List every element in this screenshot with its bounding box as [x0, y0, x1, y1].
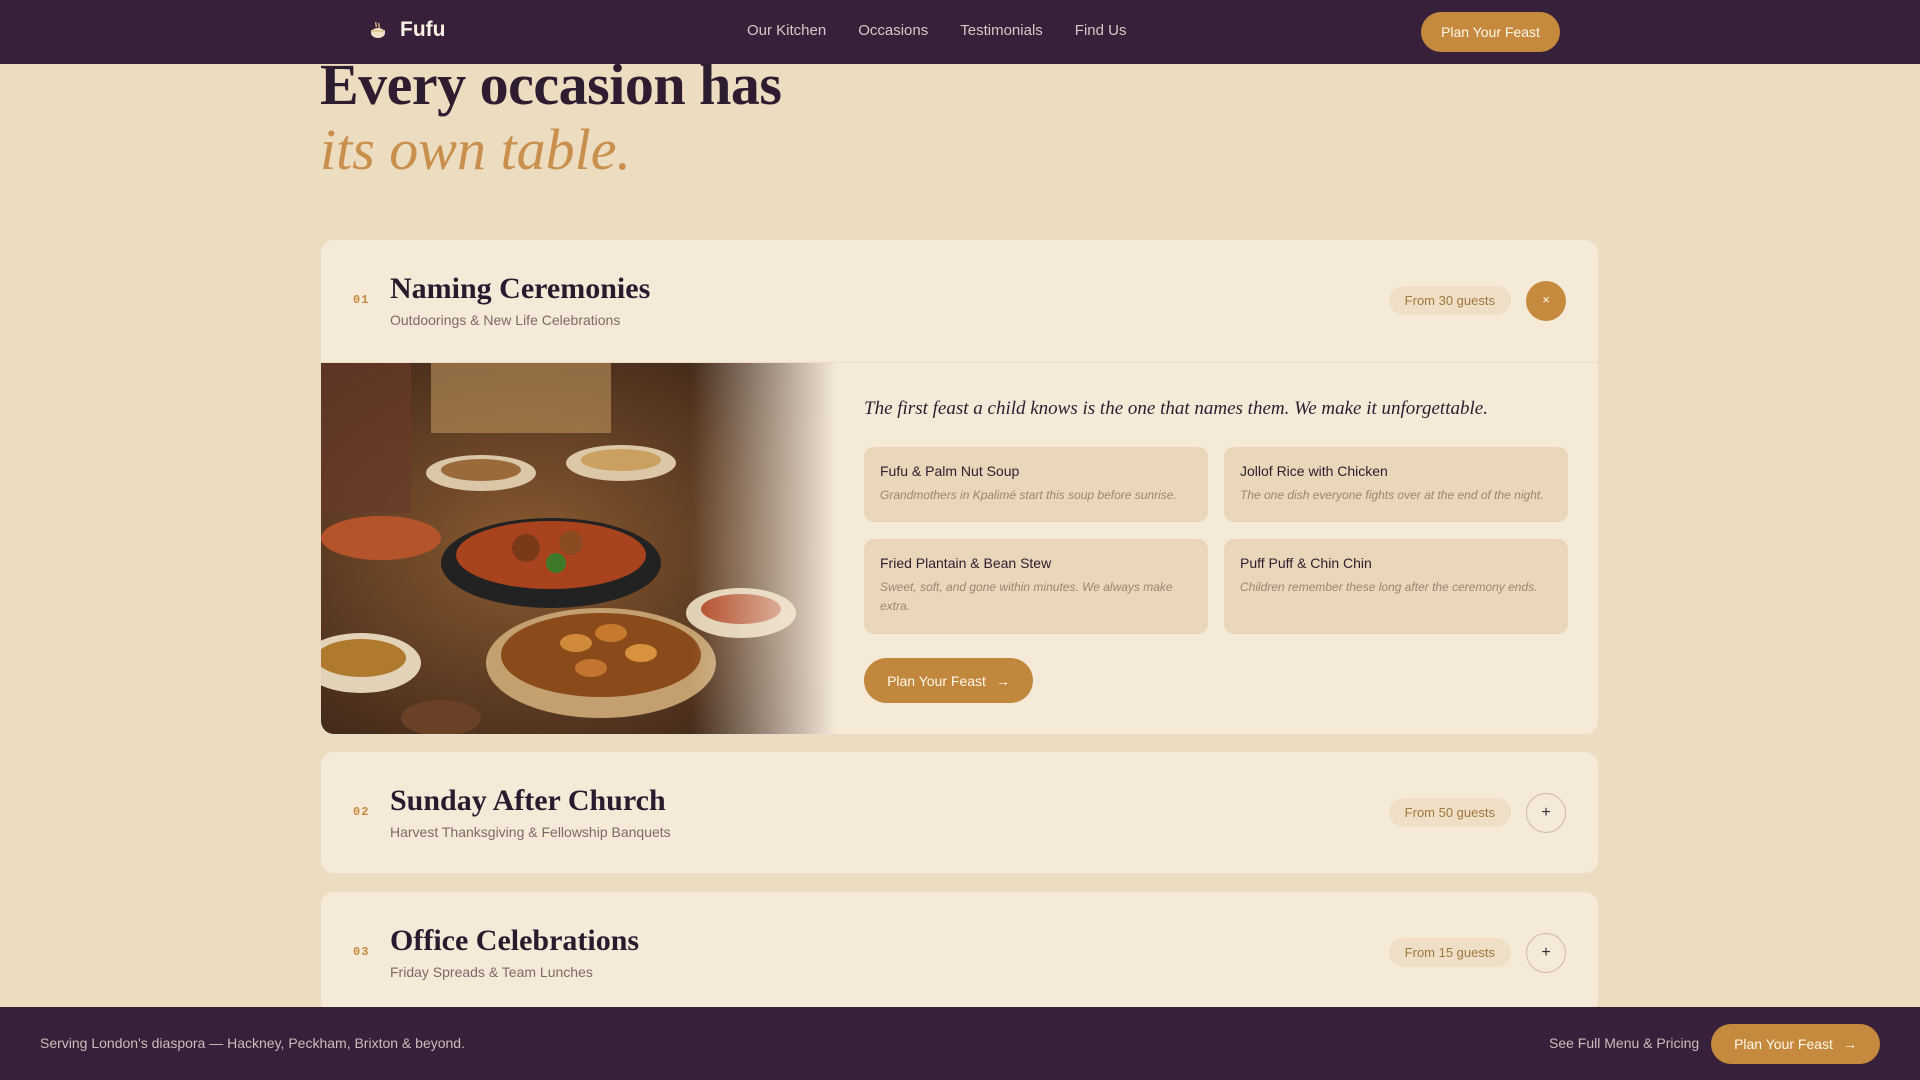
nav-link-our-kitchen[interactable]: Our Kitchen: [747, 22, 826, 39]
occasion-card-body: The first feast a child knows is the one…: [321, 362, 1598, 734]
nav-link-occasions[interactable]: Occasions: [858, 22, 928, 39]
dish-name: Fried Plantain & Bean Stew: [880, 555, 1052, 571]
expand-toggle-button[interactable]: +: [1526, 793, 1566, 833]
dish-description: Sweet, soft, and gone within minutes. We…: [880, 580, 1173, 613]
hero-heading-accent: its own table.: [320, 117, 631, 182]
dish-description: The one dish everyone fights over at the…: [1240, 488, 1544, 502]
occasion-tagline: The first feast a child knows is the one…: [864, 398, 1488, 419]
nav-link-testimonials[interactable]: Testimonials: [960, 22, 1043, 39]
occasion-card-header[interactable]: 02 Sunday After Church Harvest Thanksgiv…: [321, 752, 1598, 873]
hero: Every occasion has its own table.: [320, 50, 782, 182]
occasion-number: 02: [353, 805, 370, 819]
dish-description: Children remember these long after the c…: [1240, 580, 1538, 594]
pot-icon: [368, 20, 388, 40]
full-menu-link[interactable]: See Full Menu & Pricing: [1549, 1035, 1699, 1051]
dish-card: Puff Puff & Chin Chin Children remember …: [1224, 539, 1568, 634]
dish-card: Fufu & Palm Nut Soup Grandmothers in Kpa…: [864, 447, 1208, 522]
occasion-title: Office Celebrations: [390, 924, 640, 957]
dish-card: Fried Plantain & Bean Stew Sweet, soft, …: [864, 539, 1208, 634]
nav-plan-feast-button[interactable]: Plan Your Feast: [1421, 12, 1560, 52]
top-nav: Fufu Our Kitchen Occasions Testimonials …: [0, 0, 1920, 64]
occasion-card-naming-ceremonies: 01 Naming Ceremonies Outdoorings & New L…: [320, 239, 1599, 735]
occasion-card-header[interactable]: 01 Naming Ceremonies Outdoorings & New L…: [321, 240, 1598, 362]
occasion-number: 03: [353, 945, 370, 959]
occasion-card-office-celebrations: 03 Office Celebrations Friday Spreads & …: [320, 891, 1599, 1014]
expand-toggle-button[interactable]: +: [1526, 933, 1566, 973]
brand-name: Fufu: [400, 18, 446, 41]
nav-link-find-us[interactable]: Find Us: [1075, 22, 1127, 39]
sticky-footer-bar: Serving London's diaspora — Hackney, Pec…: [0, 1007, 1920, 1080]
brand[interactable]: Fufu: [368, 18, 445, 42]
guest-count-badge: From 15 guests: [1388, 938, 1511, 967]
guest-count-badge: From 30 guests: [1388, 286, 1511, 315]
occasion-card-sunday-after-church: 02 Sunday After Church Harvest Thanksgiv…: [320, 751, 1599, 874]
guest-count-badge: From 50 guests: [1388, 798, 1511, 827]
footer-plan-feast-button[interactable]: Plan Your Feast →: [1711, 1024, 1880, 1064]
plan-feast-button[interactable]: Plan Your Feast →: [864, 658, 1033, 703]
dish-name: Fufu & Palm Nut Soup: [880, 463, 1020, 479]
occasion-subtitle: Harvest Thanksgiving & Fellowship Banque…: [390, 824, 671, 840]
feast-photo: [321, 363, 836, 734]
occasion-title: Sunday After Church: [390, 784, 666, 817]
occasion-number: 01: [353, 293, 370, 307]
plan-feast-label: Plan Your Feast: [887, 672, 986, 689]
collapse-toggle-button[interactable]: ×: [1526, 281, 1566, 321]
footer-service-area: Serving London's diaspora — Hackney, Pec…: [40, 1035, 465, 1051]
arrow-right-icon: →: [995, 672, 1010, 689]
dish-description: Grandmothers in Kpalimé start this soup …: [880, 488, 1177, 502]
arrow-right-icon: →: [1842, 1036, 1857, 1052]
dish-name: Jollof Rice with Chicken: [1240, 463, 1388, 479]
occasion-subtitle: Friday Spreads & Team Lunches: [390, 964, 593, 980]
occasion-card-header[interactable]: 03 Office Celebrations Friday Spreads & …: [321, 892, 1598, 1013]
occasion-title: Naming Ceremonies: [390, 272, 651, 305]
dish-card: Jollof Rice with Chicken The one dish ev…: [1224, 447, 1568, 522]
occasion-subtitle: Outdoorings & New Life Celebrations: [390, 312, 621, 328]
nav-links: Our Kitchen Occasions Testimonials Find …: [747, 22, 1126, 39]
footer-plan-feast-label: Plan Your Feast: [1734, 1036, 1833, 1052]
dish-name: Puff Puff & Chin Chin: [1240, 555, 1372, 571]
